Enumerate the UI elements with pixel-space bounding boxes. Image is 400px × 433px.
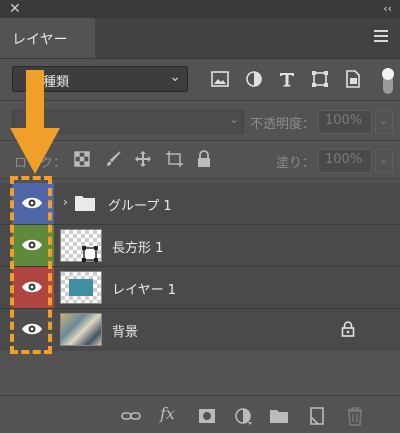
fill-dropdown[interactable]: ⌄ (375, 149, 393, 173)
tab-layers[interactable]: レイヤー (0, 18, 95, 58)
layer-thumbnail (60, 271, 102, 304)
thumbnail-content (69, 279, 93, 296)
new-fill-adjustment-icon[interactable] (232, 405, 254, 427)
panel-title-bar: ✕ ‹‹ (0, 0, 400, 18)
divider (0, 140, 400, 141)
down-arrow-annotation (10, 70, 60, 174)
folder-icon (75, 196, 95, 211)
fill-field[interactable]: 100% (318, 149, 372, 173)
expand-chevron-icon[interactable]: › (63, 195, 68, 209)
layer-row-background[interactable]: 背景 (0, 309, 400, 350)
tab-layers-label: レイヤー (12, 32, 68, 48)
layers-list: › グループ 1 長方形 1 レイヤー 1 背景 (0, 183, 400, 351)
hamburger-icon[interactable] (374, 30, 388, 42)
panel-tab-row: レイヤー (0, 18, 400, 59)
opacity-label: 不透明度： (250, 117, 316, 132)
highlight-box (10, 176, 52, 354)
lock-icon (341, 321, 355, 337)
opacity-dropdown[interactable]: ⌄ (375, 110, 393, 134)
smart-object-filter-icon[interactable] (342, 68, 364, 90)
filter-toggle-switch[interactable] (382, 68, 394, 94)
layer-row-group-1[interactable]: › グループ 1 (0, 183, 400, 225)
fx-icon[interactable]: fx (160, 404, 175, 423)
opacity-value: 100% (325, 113, 363, 128)
divider (0, 395, 400, 396)
adjustment-filter-icon[interactable] (243, 68, 265, 90)
lock-artboard-icon[interactable] (164, 150, 184, 168)
layer-row-rectangle-1[interactable]: 長方形 1 (0, 225, 400, 267)
shape-filter-icon[interactable] (309, 68, 331, 90)
layer-name: グループ 1 (108, 199, 172, 214)
lock-image-pixels-icon[interactable] (104, 150, 122, 168)
lock-all-icon[interactable] (196, 150, 212, 168)
add-mask-icon[interactable] (196, 405, 218, 427)
type-filter-icon[interactable] (276, 68, 298, 90)
layer-name: レイヤー 1 (112, 283, 177, 298)
new-group-icon[interactable] (268, 405, 290, 427)
lock-position-icon[interactable] (134, 150, 152, 168)
image-filter-icon[interactable] (209, 68, 231, 90)
shape-layer-icon (82, 246, 98, 262)
new-layer-icon[interactable] (306, 405, 328, 427)
fill-label: 塗り： (276, 156, 316, 171)
collapse-icon[interactable]: ‹‹ (383, 0, 392, 18)
divider (0, 100, 400, 101)
delete-icon[interactable] (344, 405, 366, 427)
chevron-down-icon: ⌄ (169, 69, 181, 85)
lock-transparent-pixels-icon[interactable] (74, 151, 90, 167)
layer-row-layer-1[interactable]: レイヤー 1 (0, 267, 400, 309)
opacity-field[interactable]: 100% (318, 110, 372, 134)
link-layers-icon[interactable] (120, 405, 142, 427)
close-icon[interactable]: ✕ (9, 0, 21, 18)
chevron-down-icon: ⌄ (228, 112, 239, 126)
layer-name: 長方形 1 (112, 241, 164, 256)
layer-thumbnail (60, 313, 102, 346)
layer-name: 背景 (112, 325, 139, 340)
fill-value: 100% (325, 152, 363, 167)
divider (0, 178, 400, 179)
